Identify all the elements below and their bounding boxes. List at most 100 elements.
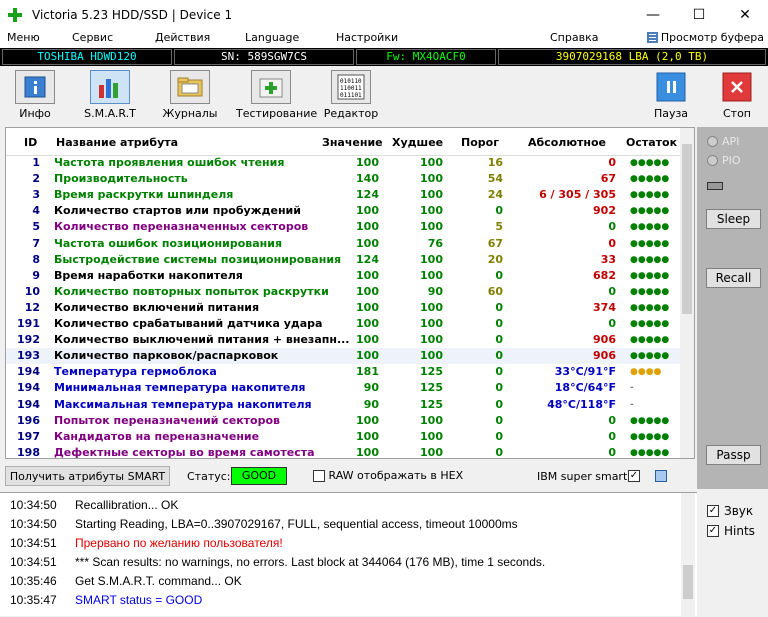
- table-row[interactable]: 196 Попыток переназначений секторов 100 100…: [6, 413, 682, 429]
- cell-remaining: ●●●●●: [630, 431, 670, 442]
- folder-icon: [170, 70, 210, 104]
- cell-raw: 48°C/118°F: [547, 397, 616, 411]
- close-button[interactable]: ✕: [722, 0, 768, 30]
- cell-remaining: -: [630, 399, 634, 410]
- cell-threshold: 0: [495, 365, 503, 379]
- buffer-view-link[interactable]: Просмотр буфера: [646, 31, 764, 44]
- col-worst[interactable]: Худшее: [392, 136, 443, 149]
- table-row[interactable]: 10 Количество повторных попыток раскрутки…: [6, 284, 682, 300]
- smart-table-header: ID Название атрибута Значение Худшее Пор…: [6, 128, 682, 156]
- log-scroll-thumb[interactable]: [683, 565, 693, 599]
- logs-button[interactable]: Журналы: [155, 70, 225, 122]
- raw-hex-toggle[interactable]: RAW отображать в HEX: [313, 469, 463, 482]
- cell-threshold: 0: [495, 445, 503, 459]
- hints-checkbox[interactable]: ✓: [707, 525, 719, 537]
- menu-service[interactable]: Сервис: [72, 31, 113, 44]
- sound-checkbox[interactable]: ✓: [707, 505, 719, 517]
- menu-help[interactable]: Справка: [550, 31, 598, 44]
- ibm-checkbox[interactable]: ✓: [628, 470, 640, 482]
- minimize-button[interactable]: —: [630, 0, 676, 30]
- binary-editor-icon: 010110 110011 011101: [331, 70, 371, 104]
- cell-threshold: 0: [495, 333, 503, 347]
- cell-worst: 100: [420, 333, 443, 347]
- log-scrollbar[interactable]: [681, 493, 695, 617]
- pio-radio-dot[interactable]: [707, 155, 718, 166]
- cell-worst: 100: [420, 445, 443, 459]
- cell-name: Кандидатов на переназначение: [54, 429, 260, 443]
- table-row[interactable]: 5 Количество переназначенных секторов 100 1…: [6, 219, 682, 235]
- testing-button[interactable]: Тестирование: [236, 70, 317, 122]
- col-value[interactable]: Значение: [322, 136, 383, 149]
- smart-chart-icon: [90, 70, 130, 104]
- recall-button[interactable]: Recall: [706, 268, 761, 288]
- table-row[interactable]: 194 Температура гермоблока 181 125 0 33°C/91°…: [6, 364, 682, 380]
- menu-language[interactable]: Language: [245, 31, 299, 44]
- editor-button[interactable]: 010110 110011 011101 Редактор: [316, 70, 386, 122]
- pause-button[interactable]: Пауза: [636, 70, 706, 122]
- cell-value: 100: [356, 268, 379, 282]
- pio-radio[interactable]: PIO: [707, 154, 741, 167]
- table-row[interactable]: 7 Частота ошибок позиционирования 100 76 67 0…: [6, 236, 682, 252]
- table-row[interactable]: 192 Количество выключений питания + внеза…: [6, 332, 682, 348]
- maximize-button[interactable]: ☐: [676, 0, 722, 30]
- cell-name: Количество выключений питания + внезапн.…: [54, 333, 350, 347]
- drive-capacity: 3907029168 LBA (2,0 TB): [498, 49, 766, 65]
- cell-id: 7: [32, 236, 40, 250]
- col-id[interactable]: ID: [24, 136, 37, 149]
- menu-settings[interactable]: Настройки: [336, 31, 398, 44]
- cell-threshold: 0: [495, 268, 503, 282]
- table-scroll-thumb[interactable]: [682, 144, 692, 314]
- table-row[interactable]: 194 Минимальная температура накопителя 90 1…: [6, 380, 682, 396]
- stop-icon: [717, 70, 757, 104]
- sound-option[interactable]: ✓ Звук: [707, 504, 753, 518]
- table-row[interactable]: 194 Максимальная температура накопителя 90…: [6, 397, 682, 413]
- cell-name: Время раскрутки шпинделя: [54, 188, 234, 202]
- cell-raw: 0: [608, 236, 616, 250]
- api-radio-dot[interactable]: [707, 136, 718, 147]
- drive-serial: SN: 589SGW7CS: [174, 49, 354, 65]
- table-row[interactable]: 1 Частота проявления ошибок чтения 100 100 1…: [6, 155, 682, 171]
- menu-actions[interactable]: Действия: [155, 31, 210, 44]
- col-threshold[interactable]: Порог: [461, 136, 499, 149]
- col-name[interactable]: Название атрибута: [56, 136, 178, 149]
- cell-raw: 902: [593, 204, 616, 218]
- table-scrollbar[interactable]: [680, 128, 694, 458]
- smart-button[interactable]: S.M.A.R.T: [75, 70, 145, 122]
- table-row[interactable]: 3 Время раскрутки шпинделя 124 100 24 6 / 305…: [6, 187, 682, 203]
- sleep-button[interactable]: Sleep: [706, 209, 761, 229]
- api-radio[interactable]: API: [707, 135, 739, 148]
- cell-raw: 906: [593, 333, 616, 347]
- table-row[interactable]: 2 Производительность 140 100 54 67 ●●●●●: [6, 171, 682, 187]
- log-time: 10:35:46: [10, 574, 57, 588]
- cell-worst: 100: [420, 429, 443, 443]
- col-raw[interactable]: Абсолютное: [528, 136, 606, 149]
- table-row[interactable]: 8 Быстродействие системы позиционирования…: [6, 252, 682, 268]
- raw-hex-checkbox[interactable]: [313, 470, 325, 482]
- status-strip: Получить атрибуты SMART Статус: GOOD RAW…: [5, 462, 695, 490]
- log-panel: 10:34:50 Recallibration... OK 10:34:50 Star…: [0, 492, 697, 617]
- table-row[interactable]: 191 Количество срабатываний датчика удара…: [6, 316, 682, 332]
- table-row[interactable]: 4 Количество стартов или пробуждений 100 10…: [6, 203, 682, 219]
- passp-button[interactable]: Passp: [706, 445, 761, 465]
- log-time: 10:34:50: [10, 498, 57, 512]
- table-row[interactable]: 9 Время наработки накопителя 100 100 0 682 ●●●…: [6, 268, 682, 284]
- cell-worst: 100: [420, 268, 443, 282]
- stop-button[interactable]: Стоп: [702, 70, 768, 122]
- cell-remaining: ●●●●●: [630, 158, 670, 168]
- svg-text:110011: 110011: [340, 85, 362, 92]
- menu-main[interactable]: Меню: [7, 31, 40, 44]
- get-smart-button[interactable]: Получить атрибуты SMART: [5, 466, 170, 486]
- table-row[interactable]: 198 Дефектные секторы во время самотеста 1…: [6, 445, 682, 459]
- cell-value: 100: [356, 413, 379, 427]
- cell-raw: 0: [608, 429, 616, 443]
- ibm-color-indicator[interactable]: [655, 470, 667, 482]
- hints-option[interactable]: ✓ Hints: [707, 524, 755, 538]
- info-button[interactable]: Инфо: [0, 70, 70, 122]
- table-row[interactable]: 197 Кандидатов на переназначение 100 100 0 0 ●…: [6, 429, 682, 445]
- cell-id: 197: [17, 429, 40, 443]
- table-row[interactable]: 12 Количество включений питания 100 100 0 374…: [6, 300, 682, 316]
- cell-threshold: 0: [495, 317, 503, 330]
- table-row[interactable]: 193 Количество парковок/распарковок 100 100…: [6, 348, 682, 365]
- col-remaining[interactable]: Остаток: [626, 136, 677, 149]
- cell-threshold: 5: [495, 220, 503, 234]
